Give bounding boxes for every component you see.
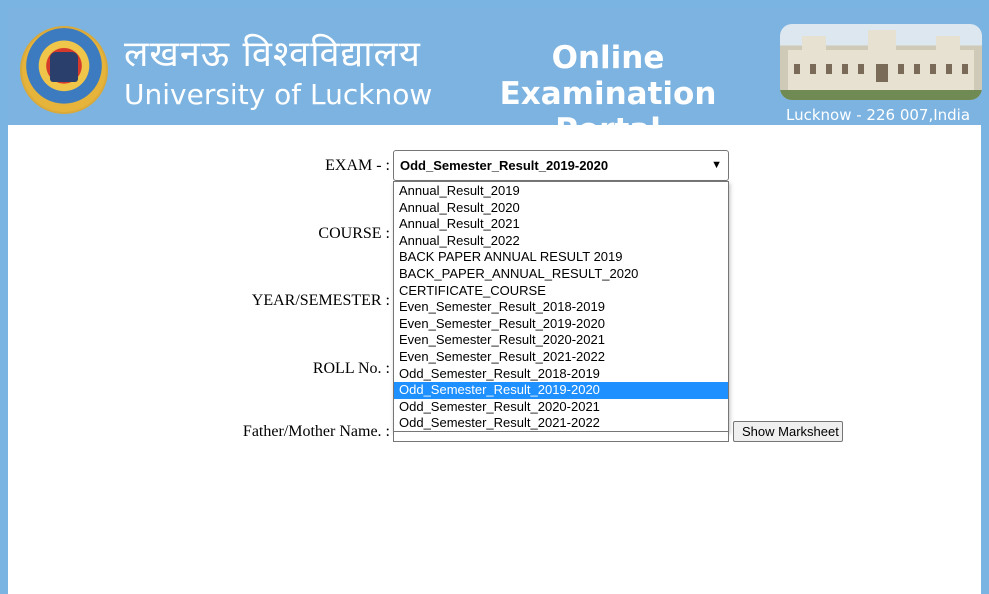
dropdown-option[interactable]: Odd_Semester_Result_2019-2020: [394, 382, 728, 399]
parent-name-input[interactable]: [393, 432, 729, 442]
location-text: Lucknow - 226 007,India: [786, 106, 971, 124]
university-building-photo: [780, 24, 982, 100]
exam-select[interactable]: Odd_Semester_Result_2019-2020 ▼: [393, 150, 729, 181]
dropdown-option[interactable]: Annual_Result_2020: [394, 200, 728, 217]
dropdown-option[interactable]: CERTIFICATE_COURSE: [394, 283, 728, 300]
page-frame: लखनऊ विश्वविद्यालय University of Lucknow…: [0, 0, 989, 594]
dropdown-option[interactable]: Annual_Result_2022: [394, 233, 728, 250]
dropdown-option[interactable]: Even_Semester_Result_2020-2021: [394, 332, 728, 349]
exam-label: EXAM - :: [325, 157, 390, 174]
dropdown-option[interactable]: Even_Semester_Result_2021-2022: [394, 349, 728, 366]
dropdown-option[interactable]: Annual_Result_2019: [394, 183, 728, 200]
parent-name-label: Father/Mother Name. :: [242, 423, 390, 440]
course-label: COURSE :: [318, 225, 390, 242]
roll-number-label: ROLL No. :: [312, 360, 390, 377]
dropdown-option[interactable]: BACK_PAPER_ANNUAL_RESULT_2020: [394, 266, 728, 283]
show-marksheet-button[interactable]: Show Marksheet: [733, 421, 843, 442]
dropdown-option[interactable]: Even_Semester_Result_2018-2019: [394, 299, 728, 316]
exam-select-value: Odd_Semester_Result_2019-2020: [400, 158, 609, 173]
result-form: EXAM - : COURSE : YEAR/SEMESTER : ROLL N…: [8, 125, 981, 594]
portal-title-line1: Online Examination: [499, 40, 717, 112]
chevron-down-icon[interactable]: ▼: [711, 151, 722, 180]
dropdown-option[interactable]: Annual_Result_2021: [394, 216, 728, 233]
dropdown-option[interactable]: Even_Semester_Result_2019-2020: [394, 316, 728, 333]
year-semester-label: YEAR/SEMESTER :: [251, 292, 390, 309]
university-seal-logo: [20, 26, 108, 114]
exam-dropdown-list[interactable]: Annual_Result_2019 Annual_Result_2020 Annu…: [393, 181, 729, 432]
site-header: लखनऊ विश्वविद्यालय University of Lucknow…: [8, 8, 982, 148]
dropdown-option[interactable]: Odd_Semester_Result_2020-2021: [394, 399, 728, 416]
university-name: University of Lucknow: [124, 78, 433, 111]
dropdown-option[interactable]: Odd_Semester_Result_2021-2022: [394, 415, 728, 432]
dropdown-option[interactable]: Odd_Semester_Result_2018-2019: [394, 366, 728, 383]
hindi-university-name: लखनऊ विश्वविद्यालय: [124, 34, 421, 75]
dropdown-option[interactable]: BACK PAPER ANNUAL RESULT 2019: [394, 249, 728, 266]
